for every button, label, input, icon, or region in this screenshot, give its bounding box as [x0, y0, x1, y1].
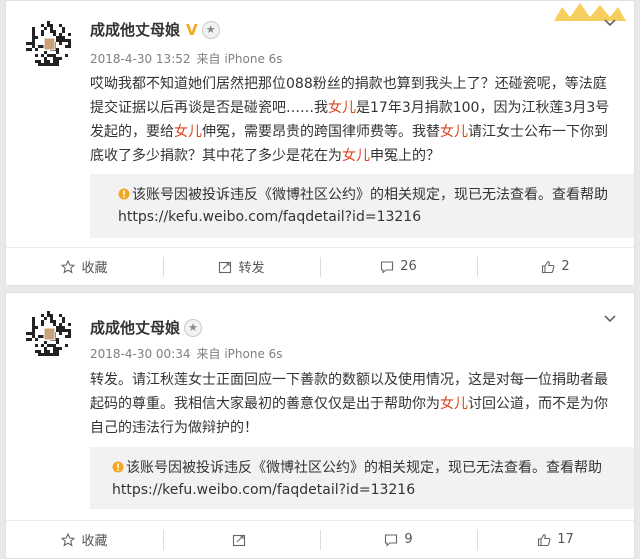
favorite-button[interactable]: 收藏 — [6, 248, 163, 285]
text-segment: 申冤上的？ — [370, 148, 440, 164]
comment-button[interactable]: 26 — [320, 248, 477, 285]
qr-avatar — [22, 307, 76, 361]
medal-icon[interactable]: ★ — [201, 20, 220, 39]
favorite-button[interactable]: 收藏 — [6, 521, 163, 558]
post-date[interactable]: 2018-4-30 13:52 — [90, 52, 191, 66]
star-icon — [61, 532, 76, 547]
like-icon — [538, 533, 551, 546]
comment-button[interactable]: 9 — [320, 521, 477, 558]
comment-count: 9 — [404, 532, 413, 547]
help-link[interactable]: https://kefu.weibo.com/faqdetail?id=1321… — [112, 482, 415, 498]
post-meta: 2018-4-30 00:34 来自 iPhone 6s — [90, 345, 283, 362]
highlight-text[interactable]: 女儿 — [440, 396, 468, 412]
notice-icon — [118, 188, 130, 200]
medal-icon[interactable]: ★ — [184, 318, 203, 337]
post-source: 来自 iPhone 6s — [196, 52, 283, 66]
post-text: 转发。请江秋莲女士正面回应一下善款的数额以及使用情况，这是对每一位捐助者最起码的… — [90, 368, 618, 440]
text-segment: 伸冤，需要昂贵的跨国律师费等。我替 — [202, 124, 440, 140]
notice-text: 该账号因被投诉违反《微博社区公约》的相关规定，现已无法查看。查看帮助 — [132, 187, 608, 203]
repost-button[interactable]: 转发 — [163, 248, 320, 285]
chevron-down-icon[interactable] — [604, 15, 616, 31]
post-meta: 2018-4-30 13:52 来自 iPhone 6s — [90, 50, 283, 67]
comment-count: 26 — [400, 259, 417, 274]
post-source: 来自 iPhone 6s — [196, 347, 283, 361]
repost-button[interactable] — [163, 521, 320, 558]
action-bar: 收藏 转发 26 2 — [6, 247, 634, 285]
avatar[interactable] — [22, 307, 76, 361]
post-card: 成成他丈母娘 ★ 2018-4-30 00:34 来自 iPhone 6s 转发。… — [5, 292, 635, 559]
notice-text: 该账号因被投诉违反《微博社区公约》的相关规定，现已无法查看。查看帮助 — [126, 460, 602, 476]
favorite-label: 收藏 — [81, 261, 108, 276]
chevron-down-icon[interactable] — [604, 311, 616, 327]
qr-avatar — [22, 17, 76, 71]
post-date[interactable]: 2018-4-30 00:34 — [90, 347, 191, 361]
like-button[interactable]: 2 — [477, 248, 634, 285]
highlight-text[interactable]: 女儿 — [174, 124, 202, 140]
like-count: 17 — [557, 532, 574, 547]
star-icon — [61, 259, 76, 274]
action-bar: 收藏 9 17 — [6, 520, 634, 558]
crown-ornament-icon — [554, 3, 626, 21]
removed-notice: 该账号因被投诉违反《微博社区公约》的相关规定，现已无法查看。查看帮助 https… — [90, 447, 634, 509]
repost-icon — [219, 261, 232, 273]
help-link[interactable]: https://kefu.weibo.com/faqdetail?id=1321… — [118, 209, 421, 225]
highlight-text[interactable]: 女儿 — [440, 124, 468, 140]
favorite-label: 收藏 — [81, 534, 108, 549]
author-name[interactable]: 成成他丈母娘 — [90, 19, 180, 40]
notice-icon — [112, 461, 124, 473]
like-button[interactable]: 17 — [477, 521, 634, 558]
author-name[interactable]: 成成他丈母娘 — [90, 317, 180, 338]
avatar[interactable] — [22, 17, 76, 71]
like-count: 2 — [561, 259, 570, 274]
comment-icon — [385, 533, 398, 547]
post-card: 成成他丈母娘 V ★ 2018-4-30 13:52 来自 iPhone 6s 哎… — [5, 0, 635, 286]
highlight-text[interactable]: 女儿 — [342, 148, 370, 164]
comment-icon — [381, 260, 394, 274]
verified-v-icon: V — [186, 20, 198, 39]
post-text: 哎呦我都不知道她们居然把那位088粉丝的捐款也算到我头上了？还碰瓷呢，等法庭提交… — [90, 72, 618, 168]
removed-notice: 该账号因被投诉违反《微博社区公约》的相关规定，现已无法查看。查看帮助 https… — [90, 174, 634, 238]
highlight-text[interactable]: 女儿 — [328, 100, 356, 116]
like-icon — [542, 260, 555, 273]
repost-label: 转发 — [238, 261, 265, 276]
repost-icon — [232, 534, 245, 546]
